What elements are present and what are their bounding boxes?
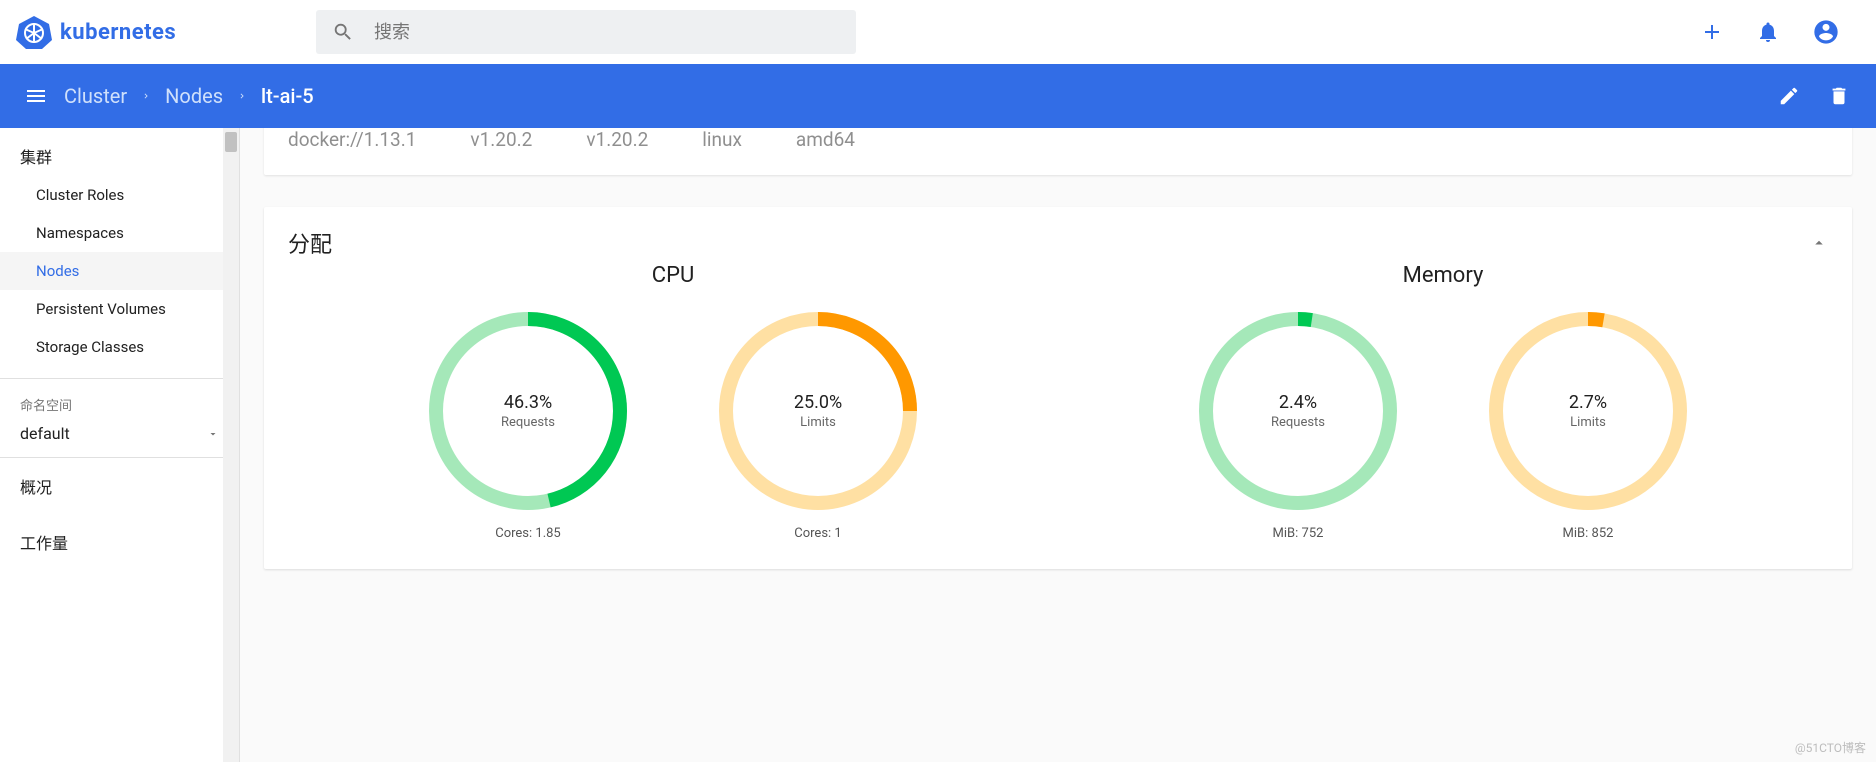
memory-requests-chart: 2.4% Requests MiB: 752 xyxy=(1193,306,1403,541)
sidebar-workloads[interactable]: 工作量 xyxy=(0,506,239,562)
cpu-limits-footer: Cores: 1 xyxy=(794,526,841,541)
cpu-heading: CPU xyxy=(288,263,1058,288)
cpu-requests-footer: Cores: 1.85 xyxy=(495,526,560,541)
card-header: 分配 xyxy=(288,227,1828,259)
dropdown-icon xyxy=(207,428,219,440)
sidebar-item-persistent-volumes[interactable]: Persistent Volumes xyxy=(0,290,239,328)
cpu-donuts: 46.3% Requests Cores: 1.85 xyxy=(288,306,1058,541)
search-input[interactable] xyxy=(374,22,840,43)
memory-limits-chart: 2.7% Limits MiB: 852 xyxy=(1483,306,1693,541)
search-box[interactable] xyxy=(316,10,856,54)
content: docker://1.13.1 v1.20.2 v1.20.2 linux am… xyxy=(240,128,1876,762)
donut: 25.0% Limits xyxy=(713,306,923,516)
memory-limits-percent: 2.7% xyxy=(1569,392,1607,413)
topbar: kubernetes xyxy=(0,0,1876,64)
breadcrumb: Cluster Nodes lt-ai-5 xyxy=(64,84,314,108)
crumbbar-actions xyxy=(1778,85,1860,107)
info-runtime: docker://1.13.1 xyxy=(288,128,416,151)
notifications-icon[interactable] xyxy=(1756,20,1780,44)
namespace-selected: default xyxy=(20,424,70,443)
cpu-limits-label: Limits xyxy=(800,415,836,430)
kubernetes-logo-icon xyxy=(16,14,52,50)
namespace-select[interactable]: default xyxy=(0,418,239,458)
sidebar-group-cluster: 集群 xyxy=(0,128,239,176)
info-arch: amd64 xyxy=(796,128,855,151)
watermark: @51CTO博客 xyxy=(1795,739,1866,756)
info-kubelet: v1.20.2 xyxy=(470,128,532,151)
memory-limits-footer: MiB: 852 xyxy=(1563,526,1614,541)
sidebar-item-cluster-roles[interactable]: Cluster Roles xyxy=(0,176,239,214)
breadcrumb-bar: Cluster Nodes lt-ai-5 xyxy=(0,64,1876,128)
allocation-grid: CPU 46.3% Requests xyxy=(288,263,1828,541)
scrollbar-track[interactable] xyxy=(223,128,239,762)
collapse-icon[interactable] xyxy=(1810,234,1828,252)
sidebar-item-namespaces[interactable]: Namespaces xyxy=(0,214,239,252)
allocation-card: 分配 CPU xyxy=(264,207,1852,569)
info-os: linux xyxy=(702,128,742,151)
create-icon[interactable] xyxy=(1700,20,1724,44)
crumb-current: lt-ai-5 xyxy=(261,84,314,108)
cpu-limits-percent: 25.0% xyxy=(794,392,842,413)
logo[interactable]: kubernetes xyxy=(16,14,316,50)
sidebar: 集群 Cluster Roles Namespaces Nodes Persis… xyxy=(0,128,240,762)
donut: 2.4% Requests xyxy=(1193,306,1403,516)
sidebar-item-storage-classes[interactable]: Storage Classes xyxy=(0,328,239,366)
scrollbar-thumb[interactable] xyxy=(225,132,237,152)
chevron-right-icon xyxy=(237,88,247,104)
crumb-nodes[interactable]: Nodes xyxy=(165,84,223,108)
account-icon[interactable] xyxy=(1812,18,1840,46)
delete-icon[interactable] xyxy=(1828,85,1850,107)
sidebar-item-nodes[interactable]: Nodes xyxy=(0,252,239,290)
memory-donuts: 2.4% Requests MiB: 752 xyxy=(1058,306,1828,541)
menu-button[interactable] xyxy=(16,84,56,108)
hamburger-icon xyxy=(24,84,48,108)
topbar-actions xyxy=(1700,18,1860,46)
cpu-requests-percent: 46.3% xyxy=(504,392,552,413)
crumb-cluster[interactable]: Cluster xyxy=(64,84,127,108)
search-icon xyxy=(332,21,354,43)
node-info-card: docker://1.13.1 v1.20.2 v1.20.2 linux am… xyxy=(264,128,1852,175)
sidebar-namespace-label: 命名空间 xyxy=(0,379,239,418)
memory-requests-label: Requests xyxy=(1271,415,1325,430)
info-kubeproxy: v1.20.2 xyxy=(586,128,648,151)
cpu-requests-label: Requests xyxy=(501,415,555,430)
memory-requests-percent: 2.4% xyxy=(1279,392,1317,413)
donut: 46.3% Requests xyxy=(423,306,633,516)
donut: 2.7% Limits xyxy=(1483,306,1693,516)
layout: 集群 Cluster Roles Namespaces Nodes Persis… xyxy=(0,128,1876,762)
edit-icon[interactable] xyxy=(1778,85,1800,107)
cpu-limits-chart: 25.0% Limits Cores: 1 xyxy=(713,306,923,541)
memory-heading: Memory xyxy=(1058,263,1828,288)
node-info-row: docker://1.13.1 v1.20.2 v1.20.2 linux am… xyxy=(288,128,1828,151)
allocation-memory: Memory 2.4% Requests xyxy=(1058,263,1828,541)
allocation-cpu: CPU 46.3% Requests xyxy=(288,263,1058,541)
sidebar-overview[interactable]: 概况 xyxy=(0,458,239,506)
brand-name: kubernetes xyxy=(60,20,176,45)
memory-requests-footer: MiB: 752 xyxy=(1273,526,1324,541)
allocation-title: 分配 xyxy=(288,227,332,259)
cpu-requests-chart: 46.3% Requests Cores: 1.85 xyxy=(423,306,633,541)
chevron-right-icon xyxy=(141,88,151,104)
memory-limits-label: Limits xyxy=(1570,415,1606,430)
